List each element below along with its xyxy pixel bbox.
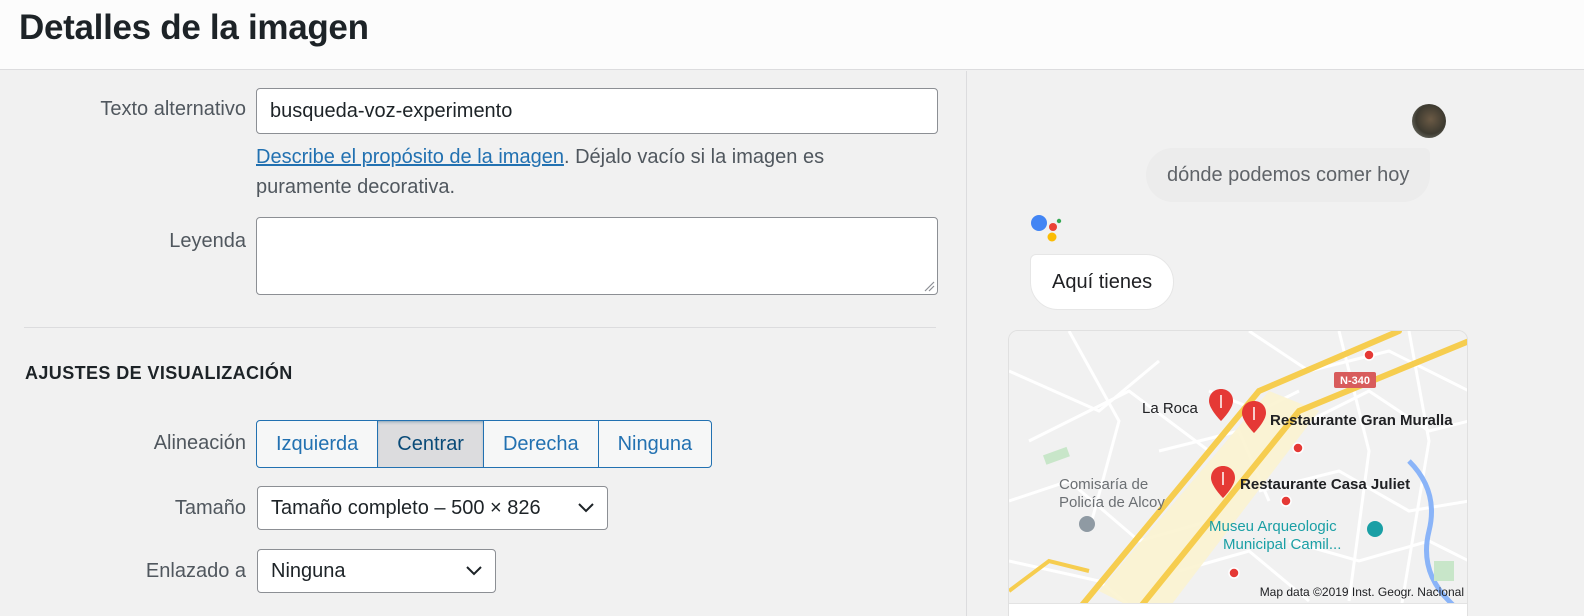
caption-label: Leyenda	[169, 230, 246, 252]
map-label-comisaria: Comisaría de	[1059, 476, 1148, 493]
map-card: N-340 La Roca Restaurante Gran Muralla R…	[1008, 330, 1468, 616]
link-to-label: Enlazado a	[145, 560, 246, 582]
map-card-footer	[1009, 603, 1467, 616]
caption-textarea[interactable]	[256, 217, 938, 295]
modal-header: Detalles de la imagen	[0, 0, 1584, 70]
describe-purpose-link[interactable]: Describe el propósito de la imagen	[256, 146, 564, 168]
resize-handle-icon[interactable]	[923, 280, 935, 292]
map-label-museu: Museu Arqueologic	[1209, 518, 1337, 535]
museum-poi-icon	[1367, 521, 1383, 537]
map-label-policia: Policía de Alcoy	[1059, 494, 1165, 511]
align-left-button[interactable]: Izquierda	[256, 420, 379, 468]
image-preview: dónde podemos comer hoy Aquí tienes N-34…	[967, 71, 1584, 616]
alignment-label: Alineación	[153, 432, 246, 454]
assistant-screenshot: dónde podemos comer hoy Aquí tienes N-34…	[967, 71, 1584, 616]
chevron-down-icon	[578, 503, 594, 513]
map-label-municipal: Municipal Camil...	[1223, 536, 1341, 553]
size-select[interactable]: Tamaño completo – 500 × 826	[257, 486, 608, 530]
page-title: Detalles de la imagen	[19, 8, 369, 47]
align-none-button[interactable]: Ninguna	[597, 420, 713, 468]
alignment-button-group: Izquierda Centrar Derecha Ninguna	[256, 420, 713, 468]
police-poi-icon	[1079, 516, 1095, 532]
chevron-down-icon	[466, 566, 482, 576]
map-label-casa-juliet: Restaurante Casa Juliet	[1240, 476, 1410, 493]
assistant-reply-bubble: Aquí tienes	[1030, 254, 1175, 310]
map-label-gran-muralla: Restaurante Gran Muralla	[1270, 412, 1453, 429]
google-assistant-icon	[1031, 215, 1062, 242]
user-avatar	[1412, 104, 1446, 138]
map-label-la-roca: La Roca	[1142, 400, 1199, 417]
display-settings-title: AJUSTES DE VISUALIZACIÓN	[25, 363, 293, 383]
align-right-button[interactable]: Derecha	[482, 420, 599, 468]
alt-text-help: Describe el propósito de la imagen. Déja…	[256, 142, 916, 202]
size-select-value: Tamaño completo – 500 × 826	[271, 497, 541, 519]
link-to-select[interactable]: Ninguna	[257, 549, 496, 593]
alt-text-input[interactable]: busqueda-voz-experimento	[256, 88, 938, 134]
size-label: Tamaño	[174, 497, 246, 519]
user-query-bubble: dónde podemos comer hoy	[1146, 148, 1431, 202]
link-to-select-value: Ninguna	[271, 560, 346, 582]
road-badge: N-340	[1340, 375, 1370, 387]
align-center-button[interactable]: Centrar	[377, 420, 484, 468]
section-divider	[24, 327, 936, 328]
map-graphic: N-340 La Roca Restaurante Gran Muralla R…	[1009, 331, 1467, 616]
map-attribution: Map data ©2019 Inst. Geogr. Nacional	[1260, 585, 1464, 599]
alt-text-label: Texto alternativo	[100, 98, 246, 120]
